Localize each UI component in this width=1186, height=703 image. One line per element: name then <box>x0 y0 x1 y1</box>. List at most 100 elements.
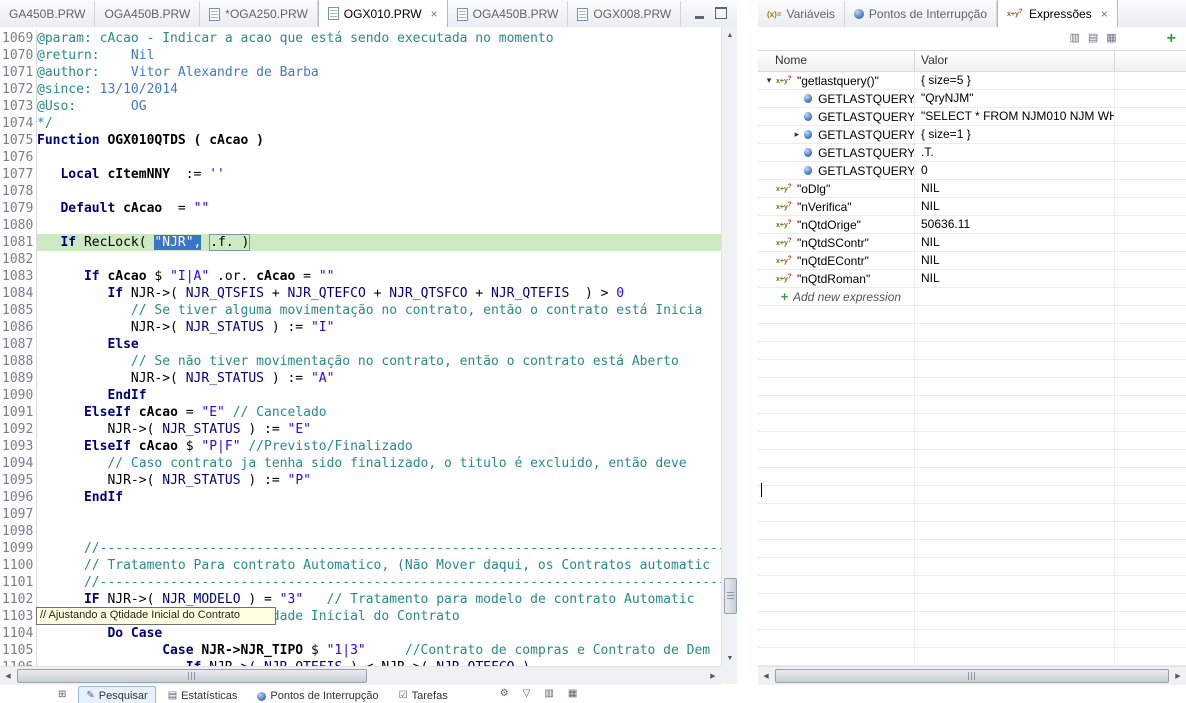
line-number[interactable]: 1094 <box>0 455 36 472</box>
line-number[interactable]: 1077 <box>0 166 36 183</box>
line-number[interactable]: 1085 <box>0 302 36 319</box>
line-number[interactable]: 1079 <box>0 200 36 217</box>
editor-vertical-scrollbar[interactable]: ▲ ▼ <box>721 27 738 666</box>
line-number[interactable]: 1102 <box>0 591 36 608</box>
editor-horizontal-scrollbar[interactable]: ◀ ▶ <box>0 666 721 685</box>
line-number[interactable]: 1106 <box>0 659 36 666</box>
expression-row[interactable]: "nVerifica"NIL <box>758 198 1186 216</box>
add-expression-button[interactable]: + <box>1167 32 1176 46</box>
editor-tab-oga250prw[interactable]: *OGA250.PRW <box>200 1 317 27</box>
show-columns-icon[interactable]: ▥ <box>1069 33 1079 44</box>
monitor-icon[interactable]: ▦ <box>568 689 577 699</box>
line-number[interactable]: 1075 <box>0 132 36 149</box>
expression-row[interactable]: ▸GETLASTQUERY({ size=1 } <box>758 126 1186 144</box>
line-number[interactable]: 1080 <box>0 217 36 234</box>
bottom-view-tab-pencil[interactable]: ✎Pesquisar <box>78 686 155 703</box>
line-number[interactable]: 1086 <box>0 319 36 336</box>
scroll-left-icon[interactable]: ◀ <box>758 668 774 684</box>
editor-tab-ogx008prw[interactable]: OGX008.PRW <box>568 1 681 27</box>
line-number[interactable]: 1088 <box>0 353 36 370</box>
line-number[interactable]: 1082 <box>0 251 36 268</box>
expression-row[interactable]: GETLASTQUERY(.T. <box>758 144 1186 162</box>
line-number[interactable]: 1092 <box>0 421 36 438</box>
editor-tab-oga450bprw[interactable]: OGA450B.PRW <box>95 1 200 27</box>
expression-row[interactable]: "oDlg"NIL <box>758 180 1186 198</box>
line-number[interactable]: 1084 <box>0 285 36 302</box>
minimize-view-button[interactable] <box>691 7 707 21</box>
expression-row[interactable]: "nQtdEContr"NIL <box>758 252 1186 270</box>
column-header-valor[interactable]: Valor <box>915 51 1115 71</box>
line-number[interactable]: 1078 <box>0 183 36 200</box>
scroll-down-icon[interactable]: ▼ <box>722 650 738 666</box>
expander-expanded-icon[interactable]: ▾ <box>762 75 776 86</box>
line-number[interactable]: 1090 <box>0 387 36 404</box>
editor-tab-ogx010prw[interactable]: OGX010.PRW× <box>318 0 448 27</box>
scroll-up-icon[interactable]: ▲ <box>722 27 738 43</box>
view-menu-icon[interactable]: ▦ <box>1106 33 1116 44</box>
filter-icon[interactable]: ▽ <box>523 689 531 699</box>
line-number[interactable]: 1070 <box>0 47 36 64</box>
line-number[interactable]: 1073 <box>0 98 36 115</box>
panel-horizontal-scrollbar[interactable]: ◀ ▶ <box>758 666 1186 685</box>
scroll-left-icon[interactable]: ◀ <box>0 668 16 684</box>
line-number[interactable]: 1099 <box>0 540 36 557</box>
expression-row[interactable]: GETLASTQUERY(0 <box>758 162 1186 180</box>
line-number[interactable]: 1072 <box>0 81 36 98</box>
close-tab-icon[interactable]: × <box>431 9 438 19</box>
bottom-view-tab-list[interactable]: ▤Estatísticas <box>160 686 246 703</box>
line-number[interactable]: 1096 <box>0 489 36 506</box>
line-number[interactable]: 1093 <box>0 438 36 455</box>
line-number[interactable]: 1098 <box>0 523 36 540</box>
editor-tab-ga450bprw[interactable]: GA450B.PRW <box>0 1 95 27</box>
rows-icon[interactable]: ▥ <box>544 689 553 699</box>
expression-row[interactable]: "nQtdOrige"50636.11 <box>758 216 1186 234</box>
expression-row[interactable]: GETLASTQUERY("SELECT * FROM NJM010 NJM W… <box>758 108 1186 126</box>
line-number[interactable]: 1095 <box>0 472 36 489</box>
line-number[interactable]: 1087 <box>0 336 36 353</box>
line-number[interactable]: 1101 <box>0 574 36 591</box>
line-number[interactable]: 1083 <box>0 268 36 285</box>
debug-tab-breakpoint[interactable]: Pontos de Interrupção <box>845 1 997 27</box>
vertical-scroll-thumb[interactable] <box>724 578 737 614</box>
code-content[interactable]: @param: cAcao - Indicar a acao que está … <box>37 30 721 666</box>
bottom-view-tab-tasks[interactable]: ☑Tarefas <box>391 686 456 703</box>
horizontal-scroll-thumb[interactable] <box>17 669 367 683</box>
expression-row[interactable]: ▾"getlastquery()"{ size=5 } <box>758 72 1186 90</box>
line-number[interactable]: 1105 <box>0 642 36 659</box>
editor-tab-oga450bprw[interactable]: OGA450B.PRW <box>448 1 569 27</box>
code-line: Local cItemNNY := '' <box>37 166 721 183</box>
line-number[interactable]: 1076 <box>0 149 36 166</box>
line-number[interactable]: 1091 <box>0 404 36 421</box>
line-number[interactable]: 1089 <box>0 370 36 387</box>
line-number[interactable]: 1103 <box>0 608 36 625</box>
expression-row[interactable]: GETLASTQUERY("QryNJM" <box>758 90 1186 108</box>
line-number[interactable]: 1069 <box>0 30 36 47</box>
editor-gutter[interactable]: 1069107010711072107310741075107610771078… <box>0 30 37 666</box>
pane-splitter[interactable] <box>737 0 758 703</box>
horizontal-scroll-thumb[interactable] <box>775 669 1169 683</box>
scroll-right-icon[interactable]: ▶ <box>1170 668 1186 684</box>
watch-expression-icon <box>776 76 793 85</box>
line-number[interactable]: 1097 <box>0 506 36 523</box>
line-number[interactable]: 1104 <box>0 625 36 642</box>
column-header-nome[interactable]: Nome <box>758 51 915 71</box>
bottom-view-tab-breakpoint[interactable]: Pontos de Interrupção <box>249 686 386 703</box>
debug-tab-variables[interactable]: Variáveis <box>758 1 845 27</box>
gear-icon[interactable]: ⚙ <box>500 689 509 699</box>
line-number[interactable]: 1100 <box>0 557 36 574</box>
expander-collapsed-icon[interactable]: ▸ <box>790 129 803 140</box>
scroll-right-icon[interactable]: ▶ <box>705 668 721 684</box>
code-editor[interactable]: 1069107010711072107310741075107610771078… <box>0 27 721 666</box>
debug-tab-bar: VariáveisPontos de InterrupçãoExpressões… <box>758 0 1186 28</box>
expression-row[interactable]: "nQtdRoman"NIL <box>758 270 1186 288</box>
line-number[interactable]: 1071 <box>0 64 36 81</box>
bottom-view-tab-grid[interactable]: ⊞ <box>50 686 74 703</box>
collapse-all-icon[interactable]: ▤ <box>1088 33 1098 44</box>
line-number[interactable]: 1074 <box>0 115 36 132</box>
expression-row[interactable]: "nQtdSContr"NIL <box>758 234 1186 252</box>
close-tab-icon[interactable]: × <box>1101 9 1108 19</box>
debug-tab-expressions[interactable]: Expressões× <box>997 0 1118 27</box>
maximize-view-button[interactable] <box>713 7 729 21</box>
add-expression-row[interactable]: Add new expression <box>758 288 1186 306</box>
line-number[interactable]: 1081 <box>0 234 36 251</box>
